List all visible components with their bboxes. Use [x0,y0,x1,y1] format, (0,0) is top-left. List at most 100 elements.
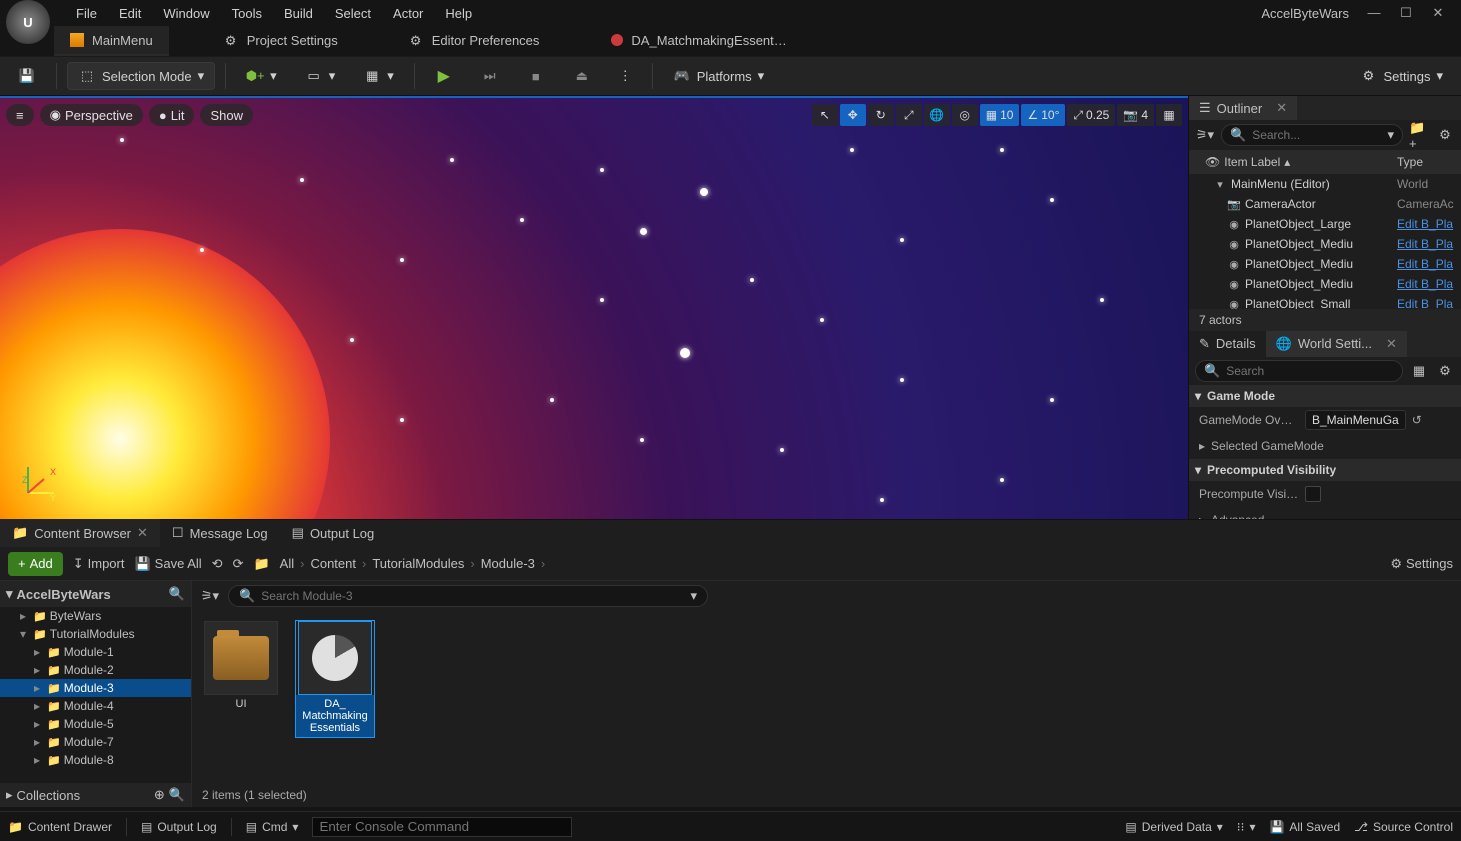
menu-select[interactable]: Select [335,6,371,21]
camera-speed-button[interactable]: 📷4 [1117,104,1154,126]
add-collection-icon[interactable]: ⊕ [154,787,165,803]
world-local-toggle[interactable]: 🌐 [924,104,950,126]
tab-output-log[interactable]: ▤ Output Log [280,519,387,547]
outliner-search[interactable]: 🔍 ▾ [1221,124,1403,146]
search-input[interactable] [261,589,684,603]
tab-mainmenu[interactable]: MainMenu [54,26,169,56]
translate-tool-button[interactable]: ✥ [840,104,866,126]
menu-build[interactable]: Build [284,6,313,21]
row-type[interactable]: Edit B_Pla [1397,297,1461,309]
eject-button[interactable]: ⏏ [563,62,601,90]
tab-editor-preferences[interactable]: ⚙ Editor Preferences [394,26,556,56]
menu-help[interactable]: Help [445,6,472,21]
play-button[interactable]: ▶ [425,62,463,90]
lit-button[interactable]: ●Lit [149,104,195,126]
show-button[interactable]: Show [200,104,253,126]
tab-message-log[interactable]: ☐ Message Log [160,519,280,547]
settings-button[interactable]: ⚙ Settings ▾ [1349,62,1453,90]
level-viewport[interactable]: ≡ ◉Perspective ●Lit Show ↖ ✥ ↻ ⤢ 🌐 ◎ ▦10… [0,96,1188,519]
chevron-down-icon[interactable]: ▾ [1387,127,1394,143]
tree-row[interactable]: ▸📁Module-4 [0,697,191,715]
asset-search[interactable]: 🔍 ▾ [228,585,708,607]
search-input[interactable] [1252,128,1381,142]
platforms-button[interactable]: 🎮 Platforms ▾ [663,62,774,90]
details-search[interactable]: 🔍 [1195,360,1403,382]
outliner-row[interactable]: ▾MainMenu (Editor)World [1189,174,1461,194]
details-settings-button[interactable]: ⚙ [1435,361,1455,381]
asset-da-matchmaking[interactable]: DA_ Matchmaking Essentials [296,621,374,737]
window-close-button[interactable]: ✕ [1427,5,1449,21]
prop-advanced[interactable]: ▸Advanced [1189,507,1461,520]
world-settings-tab[interactable]: 🌐 World Setti... ✕ [1266,331,1407,357]
section-game-mode[interactable]: ▾Game Mode [1189,385,1461,407]
close-icon[interactable]: ✕ [1386,336,1397,352]
prop-selected-gamemode[interactable]: ▸Selected GameMode [1189,433,1461,459]
outliner-row[interactable]: ◉PlanetObject_SmallEdit B_Pla [1189,294,1461,309]
col-type[interactable]: Type [1397,155,1461,169]
menu-file[interactable]: File [76,6,97,21]
surface-snap-button[interactable]: ◎ [952,104,978,126]
scale-snap-button[interactable]: ⤢0.25 [1067,104,1115,126]
angle-snap-button[interactable]: ∠10° [1021,104,1065,126]
content-drawer-button[interactable]: 📁Content Drawer [8,820,112,834]
select-tool-button[interactable]: ↖ [812,104,838,126]
crumb-tutorialmodules[interactable]: TutorialModules [372,556,464,571]
outliner-row[interactable]: ◉PlanetObject_MediuEdit B_Pla [1189,234,1461,254]
row-type[interactable]: Edit B_Pla [1397,237,1461,251]
outliner-row[interactable]: ◉PlanetObject_LargeEdit B_Pla [1189,214,1461,234]
menu-actor[interactable]: Actor [393,6,423,21]
prop-value-dropdown[interactable]: B_MainMenuGa [1305,410,1406,430]
window-maximize-button[interactable]: ☐ [1395,5,1417,21]
outliner-row[interactable]: ◉PlanetObject_MediuEdit B_Pla [1189,254,1461,274]
blueprints-button[interactable]: ▭▾ [295,62,346,90]
console-input[interactable] [312,817,572,837]
outliner-row[interactable]: 📷CameraActorCameraAc [1189,194,1461,214]
menu-window[interactable]: Window [163,6,209,21]
derived-data-button[interactable]: ▤Derived Data▾ [1125,820,1222,834]
collections-header[interactable]: ▸ Collections ⊕ 🔍 [0,783,191,807]
save-button[interactable]: 💾 [8,62,46,90]
checkbox[interactable] [1305,486,1321,502]
crumb-all[interactable]: All [280,556,294,571]
history-back-button[interactable]: ⟲ [212,556,223,572]
filter-button[interactable]: ⚞▾ [1195,125,1215,145]
all-saved-button[interactable]: 💾All Saved [1269,820,1340,834]
outliner-row[interactable]: ◉PlanetObject_MediuEdit B_Pla [1189,274,1461,294]
cb-settings-button[interactable]: ⚙Settings [1390,556,1453,572]
search-icon[interactable]: 🔍 [169,586,185,602]
skip-button[interactable]: ⏭ [471,62,509,90]
source-control-button[interactable]: ⎇Source Control [1354,820,1453,834]
grid-snap-button[interactable]: ▦10 [980,104,1020,126]
tree-head[interactable]: ▾ AccelByteWars 🔍 [0,581,191,607]
tree-row[interactable]: ▸📁Module-2 [0,661,191,679]
property-matrix-button[interactable]: ▦ [1409,361,1429,381]
close-icon[interactable]: ✕ [137,525,148,541]
perspective-button[interactable]: ◉Perspective [40,104,143,126]
save-all-button[interactable]: 💾Save All [134,556,201,572]
viewport-menu-button[interactable]: ≡ [6,104,34,126]
reset-icon[interactable]: ↺ [1412,413,1422,427]
outliner-tab[interactable]: ☰ Outliner ✕ [1189,96,1297,120]
tree-row[interactable]: ▸📁Module-8 [0,751,191,769]
tab-project-settings[interactable]: ⚙ Project Settings [209,26,354,56]
tree-row[interactable]: ▸📁Module-3 [0,679,191,697]
rotate-tool-button[interactable]: ↻ [868,104,894,126]
folder-up-button[interactable]: 📁 [253,556,269,572]
tab-content-browser[interactable]: 📁 Content Browser ✕ [0,519,160,547]
scale-tool-button[interactable]: ⤢ [896,104,922,126]
stop-button[interactable]: ■ [517,62,555,90]
search-input[interactable] [1226,364,1394,378]
menu-edit[interactable]: Edit [119,6,141,21]
crumb-module3[interactable]: Module-3 [481,556,535,571]
tree-row[interactable]: ▸📁ByteWars [0,607,191,625]
tree-row[interactable]: ▸📁Module-5 [0,715,191,733]
add-button[interactable]: +Add [8,552,63,576]
cinematics-button[interactable]: ▦▾ [353,62,404,90]
viewport-layout-button[interactable]: ▦ [1156,104,1182,126]
col-item-label[interactable]: Item Label [1224,155,1280,169]
row-type[interactable]: Edit B_Pla [1397,257,1461,271]
asset-folder-ui[interactable]: UI [202,621,280,713]
menu-tools[interactable]: Tools [232,6,262,21]
filter-button[interactable]: ⚞▾ [200,586,220,606]
new-folder-button[interactable]: 📁+ [1409,125,1429,145]
